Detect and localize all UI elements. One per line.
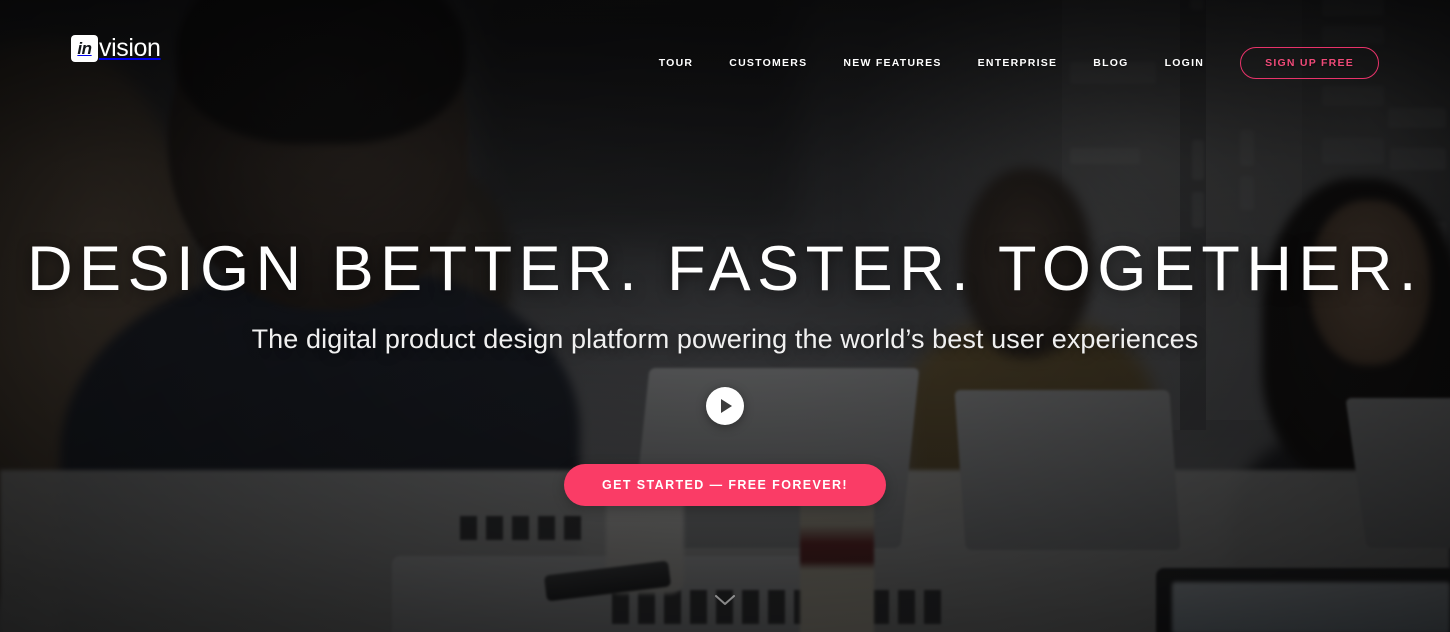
logo-mark-icon: in xyxy=(71,35,98,62)
primary-navigation: TOUR CUSTOMERS NEW FEATURES ENTERPRISE B… xyxy=(659,47,1379,79)
nav-item-login[interactable]: LOGIN xyxy=(1165,57,1205,69)
nav-item-customers[interactable]: CUSTOMERS xyxy=(729,57,807,69)
logo-wordmark: vision xyxy=(99,34,161,62)
nav-item-blog[interactable]: BLOG xyxy=(1093,57,1128,69)
nav-item-enterprise[interactable]: ENTERPRISE xyxy=(978,57,1058,69)
hero-headline: DESIGN BETTER. FASTER. TOGETHER. xyxy=(27,234,1423,304)
get-started-button[interactable]: GET STARTED — FREE FOREVER! xyxy=(564,464,886,507)
nav-item-tour[interactable]: TOUR xyxy=(659,57,694,69)
site-header: in vision TOUR CUSTOMERS NEW FEATURES EN… xyxy=(0,0,1450,110)
play-icon xyxy=(721,399,732,414)
sign-up-free-button[interactable]: SIGN UP FREE xyxy=(1240,47,1379,79)
nav-item-new-features[interactable]: NEW FEATURES xyxy=(843,57,941,69)
hero-section: in vision TOUR CUSTOMERS NEW FEATURES EN… xyxy=(0,0,1450,632)
hero-subheadline: The digital product design platform powe… xyxy=(251,324,1199,354)
play-video-button[interactable] xyxy=(706,387,744,426)
invision-logo[interactable]: in vision xyxy=(71,35,161,62)
